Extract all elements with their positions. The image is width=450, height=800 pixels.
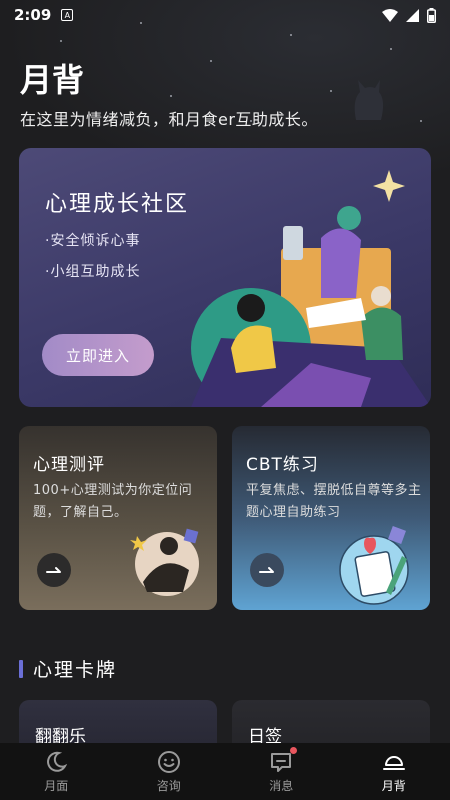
signal-icon (406, 8, 419, 22)
psych-test-card[interactable]: 心理测评 100+心理测试为你定位问题，了解自己。 (19, 426, 217, 610)
tab-label: 咨询 (156, 779, 181, 793)
wifi-icon (382, 8, 398, 22)
psych-test-arrow-button[interactable] (37, 553, 71, 587)
notification-a-icon: A (61, 9, 74, 21)
psych-test-illustration (130, 528, 199, 596)
tab-moon-back[interactable]: 月背 (349, 749, 439, 794)
bell-dome-icon (381, 749, 407, 775)
community-feature-1: ·安全倾诉心事 (45, 233, 141, 249)
tab-label: 月背 (381, 779, 406, 793)
arrow-right-icon (259, 567, 274, 573)
psych-test-title: 心理测评 (33, 455, 105, 475)
unread-badge (290, 747, 298, 754)
psych-test-desc: 100+心理测试为你定位问题，了解自己。 (33, 483, 193, 520)
moon-icon (43, 749, 69, 775)
tab-moon-surface[interactable]: 月面 (11, 749, 101, 794)
bottom-tab-bar: 月面 咨询 消息 月背 (0, 743, 450, 800)
community-illustration (191, 170, 431, 407)
smile-icon (156, 749, 182, 775)
status-time: 2:09 (14, 6, 52, 24)
cat-silhouette-icon (354, 80, 384, 120)
tab-messages[interactable]: 消息 (236, 747, 326, 794)
section-title: 心理卡牌 (33, 659, 118, 681)
message-icon (268, 747, 298, 775)
cbt-practice-card[interactable]: CBT练习 平复焦虑、摆脱低自尊等多主题心理自助练习 (232, 426, 430, 610)
cbt-title: CBT练习 (246, 455, 319, 475)
community-title: 心理成长社区 (45, 192, 190, 217)
tab-consult[interactable]: 咨询 (124, 749, 214, 794)
status-bar: 2:09 A (0, 0, 450, 30)
page-subtitle: 在这里为情绪减负，和月食er互助成长。 (20, 110, 318, 129)
cbt-desc: 平复焦虑、摆脱低自尊等多主题心理自助练习 (246, 483, 422, 520)
tab-label: 消息 (269, 779, 294, 793)
arrow-right-icon (46, 567, 61, 573)
community-feature-2: ·小组互助成长 (45, 264, 141, 280)
cbt-arrow-button[interactable] (250, 553, 284, 587)
page-title: 月背 (20, 61, 85, 99)
enter-community-button[interactable]: 立即进入 (42, 334, 154, 376)
psych-cards-section-header: 心理卡牌 (19, 655, 117, 682)
cbt-illustration (339, 526, 409, 605)
battery-icon (427, 7, 436, 23)
community-banner[interactable]: 心理成长社区 ·安全倾诉心事 ·小组互助成长 立即进入 (19, 148, 431, 407)
section-accent-bar (19, 659, 23, 678)
tab-label: 月面 (44, 779, 69, 793)
